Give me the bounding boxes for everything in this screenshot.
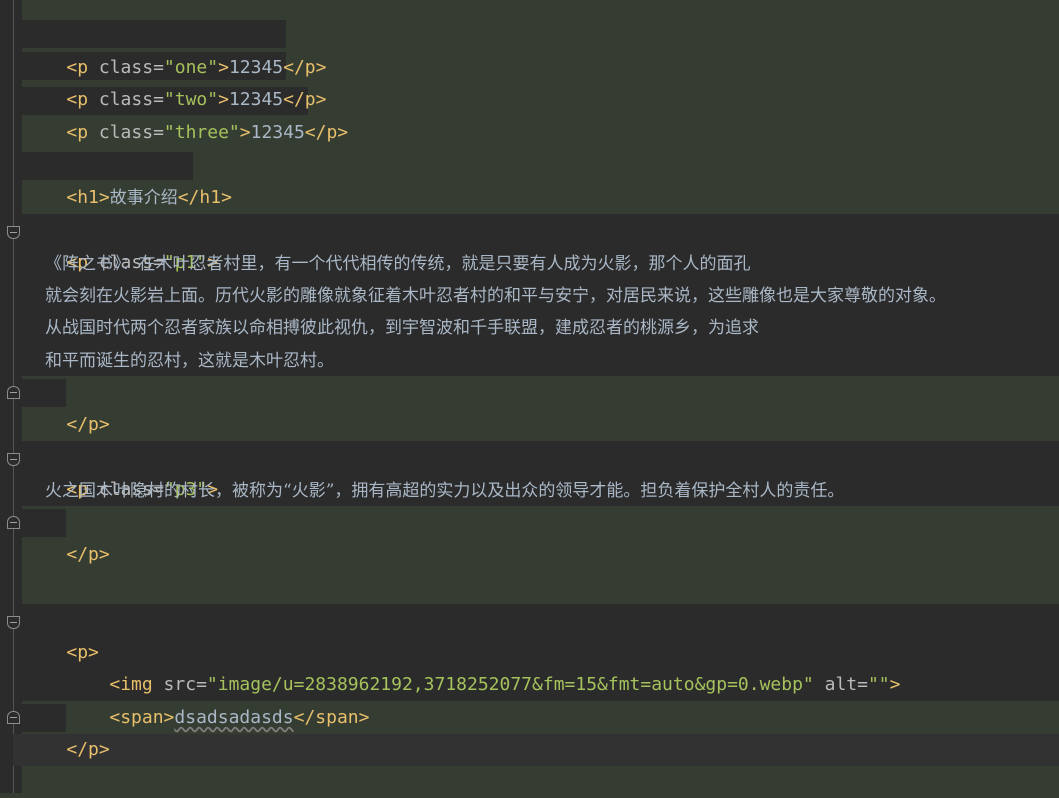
text-content: 12345 bbox=[250, 122, 305, 143]
fold-toggle-icon[interactable] bbox=[7, 226, 20, 239]
fold-toggle-icon[interactable] bbox=[7, 453, 20, 466]
span-tag-open: <span> bbox=[109, 707, 175, 728]
tag-close: </p> bbox=[66, 544, 110, 565]
current-line-highlight bbox=[13, 734, 1059, 766]
code-line[interactable]: <p class="one">12345</p> bbox=[23, 20, 326, 78]
tag-close: </p> bbox=[66, 739, 110, 760]
tag-close: </p> bbox=[66, 414, 110, 435]
tag-end: > bbox=[239, 122, 251, 143]
code-line[interactable]: <p class="three">12345</p> bbox=[23, 85, 348, 143]
attr-value: "three" bbox=[163, 122, 240, 143]
tag-end: > bbox=[889, 674, 901, 695]
code-text-line[interactable]: 就会刻在火影岩上面。历代火影的雕像就象征着木叶忍者村的和平与安宁，对居民来说，这… bbox=[45, 280, 946, 312]
code-line[interactable]: <p> bbox=[23, 605, 99, 663]
fold-toggle-icon[interactable] bbox=[7, 386, 20, 399]
code-line-img[interactable]: <img src="image/u=2838962192,3718252077&… bbox=[66, 637, 900, 695]
tag-open: <h1> bbox=[66, 187, 110, 208]
code-text-line[interactable]: 从战国时代两个忍者家族以命相搏彼此视仇，到宇智波和千手联盟，建成忍者的桃源乡，为… bbox=[45, 312, 759, 344]
fold-toggle-icon[interactable] bbox=[7, 616, 20, 629]
tag-close: </h1> bbox=[177, 187, 232, 208]
code-line-h1[interactable]: <h1>故事介绍</h1> bbox=[23, 150, 232, 208]
code-text-line[interactable]: 《阵之书》：在木叶忍者村里，有一个代代相传的传统，就是只要有人成为火影，那个人的… bbox=[45, 248, 751, 280]
span-text: dsadsadasds bbox=[174, 707, 294, 728]
h1-text: 故事介绍 bbox=[109, 188, 178, 208]
code-line[interactable]: </p> bbox=[23, 377, 109, 435]
attr-value: "" bbox=[867, 674, 890, 695]
code-text-line[interactable]: 火之国木叶隐村的村长，被称为“火影”，拥有高超的实力以及出众的领导才能。担负着保… bbox=[45, 475, 844, 507]
fold-toggle-icon[interactable] bbox=[7, 711, 20, 724]
code-line[interactable]: <p class="p1"> bbox=[23, 215, 218, 273]
code-line[interactable]: </p> bbox=[23, 507, 109, 565]
code-line[interactable]: <p class="p3"> bbox=[23, 442, 218, 500]
attr-name: class= bbox=[88, 122, 164, 143]
code-line[interactable]: <p class="two">12345</p> bbox=[23, 52, 326, 110]
tag-close: </p> bbox=[304, 122, 349, 143]
code-text-line[interactable]: 和平而诞生的忍村，这就是木叶忍村。 bbox=[45, 345, 334, 377]
attr-name: alt= bbox=[813, 674, 868, 695]
code-line[interactable]: </p> bbox=[23, 702, 109, 760]
span-tag-close: </span> bbox=[293, 707, 370, 728]
code-editor[interactable]: <p class="one">12345</p> <p class="two">… bbox=[0, 0, 1059, 793]
fold-toggle-icon[interactable] bbox=[7, 516, 20, 529]
tag-open: <p bbox=[66, 122, 89, 143]
code-line-span[interactable]: <span>dsadsadasds</span> bbox=[66, 670, 369, 728]
